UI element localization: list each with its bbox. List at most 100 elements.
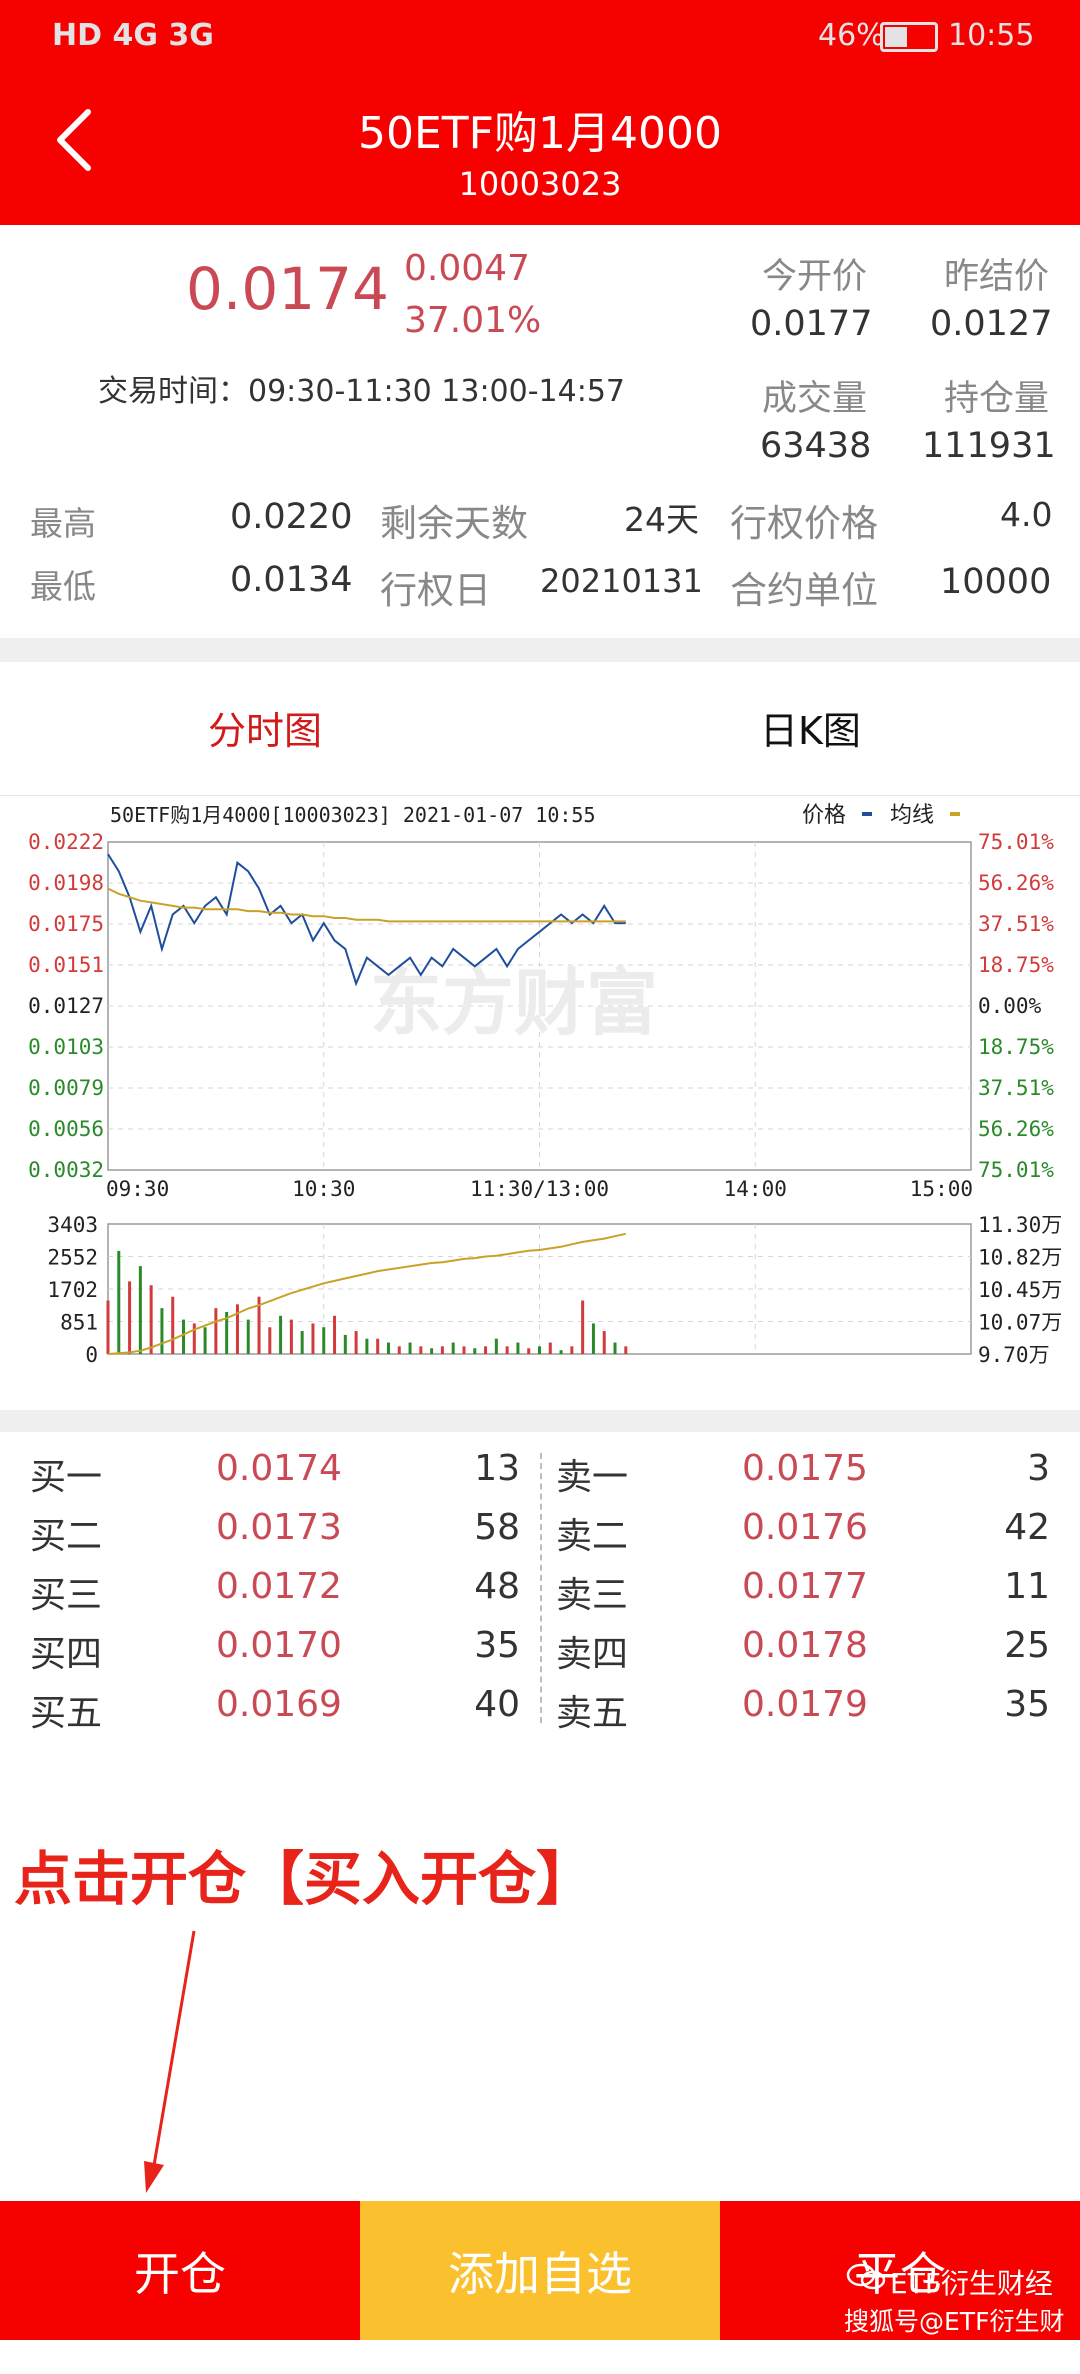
price-change-pct: 37.01%	[404, 300, 542, 341]
prev-settle-value: 0.0127	[930, 304, 1053, 344]
watermark-line1: ETF衍生财经	[890, 2267, 1053, 2300]
volume-bar	[419, 1346, 423, 1354]
strike-value: 4.0	[1000, 495, 1053, 534]
volume-bar	[505, 1346, 509, 1354]
volume-bar	[343, 1334, 347, 1354]
exercise-date-value: 20210131	[540, 562, 703, 600]
open-position-button[interactable]: 开仓	[0, 2201, 360, 2340]
pct-tick-label: 0.00%	[978, 994, 1042, 1018]
unit-label: 合约单位	[730, 569, 878, 612]
volume-bar	[192, 1323, 196, 1354]
volume-bar	[149, 1285, 153, 1354]
bid-price: 0.0169	[216, 1684, 342, 1725]
volume-bar	[527, 1348, 531, 1354]
volume-bar	[430, 1348, 434, 1354]
pct-tick-label: 75.01%	[978, 1158, 1054, 1182]
bid-price: 0.0174	[216, 1448, 342, 1489]
bid-qty: 13	[474, 1448, 520, 1489]
section-divider	[0, 638, 1080, 662]
series-line	[107, 887, 626, 923]
ask-qty: 3	[1027, 1448, 1050, 1489]
volume-bar	[613, 1342, 617, 1354]
ask-price: 0.0176	[742, 1507, 868, 1548]
chart-title: 50ETF购1月4000[10003023] 2021-01-07 10:55	[110, 803, 596, 827]
bid-price: 0.0173	[216, 1507, 342, 1548]
volume-bar	[559, 1350, 563, 1354]
exercise-date-label: 行权日	[380, 569, 491, 612]
time-tick-label: 09:30	[106, 1177, 169, 1201]
oi-tick-label: 10.07万	[978, 1311, 1062, 1335]
volume-bar	[117, 1250, 121, 1354]
page-title: 50ETF购1月4000	[358, 108, 722, 159]
volume-bar	[171, 1296, 175, 1354]
volume-bar	[473, 1348, 477, 1354]
volume-bar	[462, 1346, 466, 1354]
price-tick-label: 0.0198	[28, 871, 104, 895]
volume-bar	[106, 1300, 110, 1354]
legend-avg-swatch	[950, 812, 960, 816]
battery-percent: 46%	[818, 18, 885, 53]
ask-qty: 42	[1004, 1507, 1050, 1548]
volume-bar	[289, 1319, 293, 1354]
pct-tick-label: 37.51%	[978, 912, 1054, 936]
volume-label: 成交量	[762, 379, 868, 419]
oi-tick-label: 10.82万	[978, 1246, 1062, 1270]
volume-tick-label: 3403	[47, 1213, 98, 1237]
open-value: 0.0177	[750, 304, 873, 344]
tab-intraday[interactable]: 分时图	[208, 700, 322, 755]
volume-bar	[268, 1327, 272, 1354]
volume-bar	[602, 1331, 606, 1354]
price-tick-label: 0.0151	[28, 953, 104, 977]
ask-price: 0.0179	[742, 1684, 868, 1725]
add-watchlist-button[interactable]: 添加自选	[360, 2201, 720, 2340]
days-left-label: 剩余天数	[380, 502, 528, 545]
oi-tick-label: 9.70万	[978, 1343, 1050, 1367]
volume-bar	[386, 1342, 390, 1354]
time-axis: 09:30 10:30 11:30/13:00 14:00 15:00	[106, 1177, 973, 1201]
strike-label: 行权价格	[730, 502, 878, 545]
volume-bar	[570, 1346, 574, 1354]
volume-bar	[538, 1346, 541, 1354]
bid-qty: 40	[474, 1684, 520, 1725]
high-value: 0.0220	[230, 497, 353, 537]
volume-bar	[235, 1304, 239, 1354]
trade-time: 交易时间：09:30-11:30 13:00-14:57	[98, 374, 626, 409]
volume-bar	[624, 1346, 628, 1354]
time-tick-label: 11:30/13:00	[470, 1177, 609, 1201]
volume-bar	[516, 1342, 520, 1354]
pct-tick-label: 18.75%	[978, 1035, 1054, 1059]
signal-icons: HD 4G 3G	[52, 18, 214, 53]
prev-settle-label: 昨结价	[944, 257, 1050, 297]
time-tick-label: 14:00	[724, 1177, 787, 1201]
bid-level-label: 买二	[30, 1516, 103, 1557]
pct-axis-right: 75.01% 56.26% 37.51% 18.75% 0.00% 18.75% 37.51…	[978, 830, 1054, 1182]
watermark-line2: 搜狐号@ETF衍生财经	[844, 2307, 1065, 2372]
last-price: 0.0174	[186, 255, 389, 323]
ask-qty: 11	[1004, 1566, 1050, 1607]
clock: 10:55	[948, 18, 1035, 53]
ask-price: 0.0177	[742, 1566, 868, 1607]
wechat-icon	[846, 2262, 886, 2292]
oi-tick-label: 10.45万	[978, 1278, 1062, 1302]
oi-tick-label: 11.30万	[978, 1213, 1062, 1237]
intraday-chart: 50ETF购1月4000[10003023] 2021-01-07 10:55 …	[28, 803, 1062, 1367]
volume-bar	[354, 1331, 358, 1354]
ask-price: 0.0178	[742, 1625, 868, 1666]
volume-tick-label: 1702	[47, 1278, 98, 1302]
volume-bar	[376, 1338, 380, 1354]
price-change: 0.0047	[404, 248, 530, 289]
volume-bar	[440, 1346, 444, 1354]
ask-level-label: 卖四	[556, 1634, 629, 1675]
ask-level-label: 卖一	[556, 1457, 629, 1498]
volume-axis-left: 3403 2552 1702 851 0	[47, 1213, 98, 1367]
price-tick-label: 0.0222	[28, 830, 104, 854]
header-bar: HD 4G 3G 46% 10:55 50ETF购1月4000 10003023	[0, 0, 1080, 225]
bid-level-label: 买四	[30, 1634, 103, 1675]
price-tick-label: 0.0175	[28, 912, 104, 936]
price-tick-label: 0.0103	[28, 1035, 104, 1059]
ask-level-label: 卖三	[556, 1575, 629, 1616]
price-tick-label: 0.0079	[28, 1076, 104, 1100]
tab-daily-k[interactable]: 日K图	[760, 700, 861, 755]
volume-bar	[548, 1342, 552, 1354]
volume-bar	[322, 1327, 326, 1354]
